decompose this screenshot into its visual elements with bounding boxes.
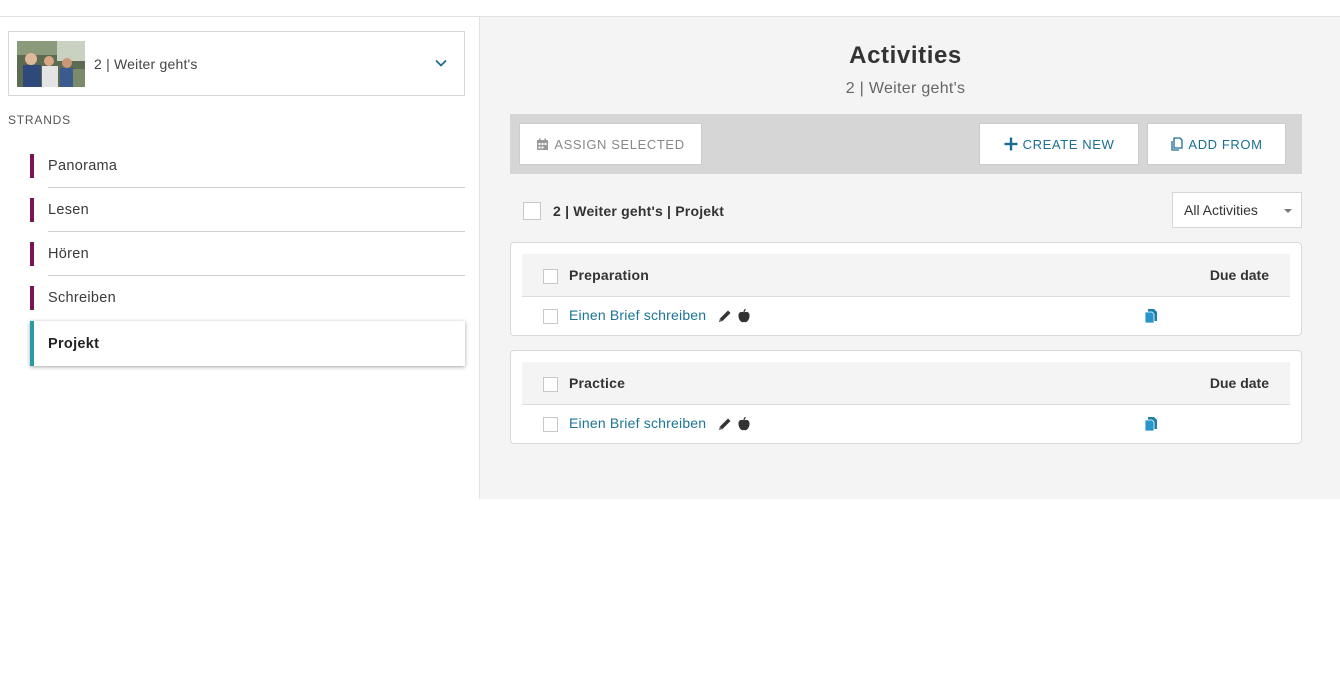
plus-icon — [1004, 137, 1018, 151]
assign-selected-button[interactable]: ASSIGN SELECTED — [519, 123, 702, 165]
add-from-label: ADD FROM — [1188, 136, 1263, 152]
assignment-doc-icon[interactable] — [1144, 416, 1158, 432]
unit-selector[interactable]: 2 | Weiter geht's — [8, 31, 465, 96]
sidebar-item-label: Hören — [48, 246, 89, 262]
strand-color-bar — [30, 321, 34, 366]
chevron-down-icon[interactable] — [434, 56, 448, 70]
apple-icon — [738, 308, 750, 323]
strand-color-bar — [30, 198, 34, 222]
unit-thumbnail — [17, 40, 85, 87]
activity-checkbox[interactable] — [543, 417, 558, 432]
section-checkbox[interactable] — [543, 377, 558, 392]
strand-color-bar — [30, 242, 34, 266]
create-new-button[interactable]: CREATE NEW — [979, 123, 1139, 165]
activity-row: Einen Brief schreiben — [522, 297, 1290, 335]
activity-row: Einen Brief schreiben — [522, 405, 1290, 443]
add-from-button[interactable]: ADD FROM — [1147, 123, 1286, 165]
sidebar-item-schreiben[interactable]: Schreiben — [30, 276, 465, 320]
sidebar-item-projekt[interactable]: Projekt — [30, 321, 465, 366]
sidebar-item-label: Projekt — [48, 335, 100, 352]
sidebar-item-horen[interactable]: Hören — [30, 232, 465, 276]
sidebar-item-label: Schreiben — [48, 290, 116, 306]
group-label: 2 | Weiter geht's | Projekt — [553, 203, 725, 219]
pencil-icon — [719, 418, 731, 430]
filter-selected-value: All Activities — [1184, 202, 1258, 218]
pencil-icon — [719, 310, 731, 322]
section-card-practice: Practice Due date Einen Brief schreiben — [510, 350, 1302, 444]
unit-title: 2 | Weiter geht's — [94, 55, 198, 72]
section-card-preparation: Preparation Due date Einen Brief schreib… — [510, 242, 1302, 336]
assign-selected-label: ASSIGN SELECTED — [554, 136, 685, 152]
sidebar: 2 | Weiter geht's STRANDS Panorama Lesen… — [0, 17, 480, 500]
apple-icon — [738, 416, 750, 431]
select-all-checkbox[interactable] — [523, 202, 541, 220]
sidebar-item-lesen[interactable]: Lesen — [30, 188, 465, 232]
section-name: Practice — [569, 375, 626, 391]
activities-panel: Activities 2 | Weiter geht's ASSIGN SELE… — [479, 17, 1340, 499]
caret-down-icon — [1284, 209, 1292, 213]
due-date-header: Due date — [1209, 375, 1269, 391]
activity-checkbox[interactable] — [543, 309, 558, 324]
strand-color-bar — [30, 154, 34, 178]
strands-heading: STRANDS — [8, 113, 71, 127]
section-header: Practice Due date — [522, 362, 1290, 405]
due-date-header: Due date — [1209, 267, 1269, 283]
section-checkbox[interactable] — [543, 269, 558, 284]
activity-link[interactable]: Einen Brief schreiben — [569, 415, 706, 431]
assignment-doc-icon[interactable] — [1144, 308, 1158, 324]
strand-color-bar — [30, 286, 34, 310]
activity-filter-select[interactable]: All Activities — [1172, 192, 1302, 228]
section-name: Preparation — [569, 267, 649, 283]
sidebar-item-panorama[interactable]: Panorama — [30, 144, 465, 188]
section-header: Preparation Due date — [522, 254, 1290, 297]
page-title: Activities — [849, 42, 962, 69]
sidebar-item-label: Lesen — [48, 202, 90, 218]
activity-link[interactable]: Einen Brief schreiben — [569, 307, 706, 323]
page-subtitle: 2 | Weiter geht's — [845, 80, 966, 97]
calendar-icon — [537, 138, 549, 150]
group-row: 2 | Weiter geht's | Projekt — [523, 202, 724, 220]
copy-document-icon — [1171, 137, 1184, 151]
toolbar: ASSIGN SELECTED CREATE NEW ADD FROM — [510, 114, 1302, 174]
create-new-label: CREATE NEW — [1022, 136, 1115, 152]
sidebar-item-label: Panorama — [48, 158, 118, 174]
